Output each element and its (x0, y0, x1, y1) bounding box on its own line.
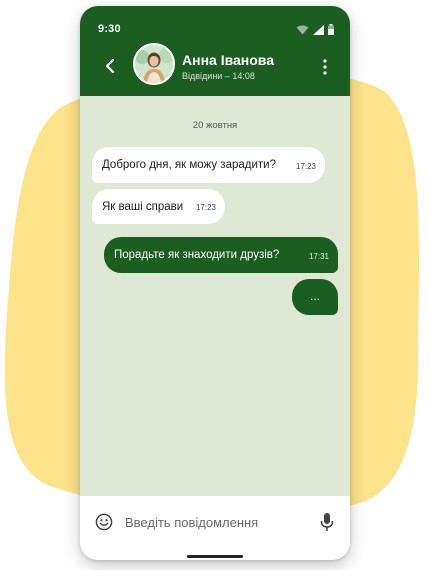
phone-frame: 9:30 Анна Іванова Відвідини – 14:08 20 ж… (80, 6, 350, 560)
emoji-icon[interactable] (95, 513, 113, 531)
home-indicator (187, 555, 243, 558)
avatar[interactable] (133, 43, 175, 85)
date-separator: 20 жовтня (192, 120, 238, 131)
avatar-photo (135, 45, 173, 83)
message-text: Як ваші справи (102, 201, 184, 213)
back-arrow-icon[interactable] (102, 57, 118, 75)
kebab-menu-icon[interactable] (322, 59, 328, 75)
chat-area: 20 жовтня Доброго дня, як можу зарадити?… (80, 96, 350, 496)
message-text: Порадьте як знаходити друзів? (114, 249, 280, 261)
signal-icon (313, 24, 324, 35)
message-time: 17:23 (195, 203, 216, 212)
status-icons (296, 24, 334, 35)
message-time: 17:23 (295, 162, 316, 171)
message-text: Доброго дня, як можу зарадити? (102, 159, 276, 171)
battery-icon (328, 24, 334, 35)
status-time: 9:30 (98, 23, 121, 35)
mic-icon[interactable] (320, 512, 334, 532)
message-bubble-incoming[interactable]: Доброго дня, як можу зарадити? 17:23 (92, 147, 325, 183)
message-bubble-outgoing[interactable]: Порадьте як знаходити друзів? 17:31 (104, 237, 338, 273)
typing-bubble: ... (292, 279, 338, 315)
message-input[interactable] (125, 513, 285, 531)
contact-name: Анна Іванова (182, 52, 275, 68)
message-time: 17:31 (308, 252, 329, 261)
last-seen-text: Відвідини – 14:08 (182, 71, 255, 81)
app-bar: 9:30 Анна Іванова Відвідини – 14:08 (80, 6, 350, 96)
message-composer (80, 496, 350, 560)
message-bubble-incoming[interactable]: Як ваші справи 17:23 (92, 189, 225, 224)
wifi-icon (296, 25, 309, 34)
typing-indicator-text: ... (309, 289, 320, 303)
